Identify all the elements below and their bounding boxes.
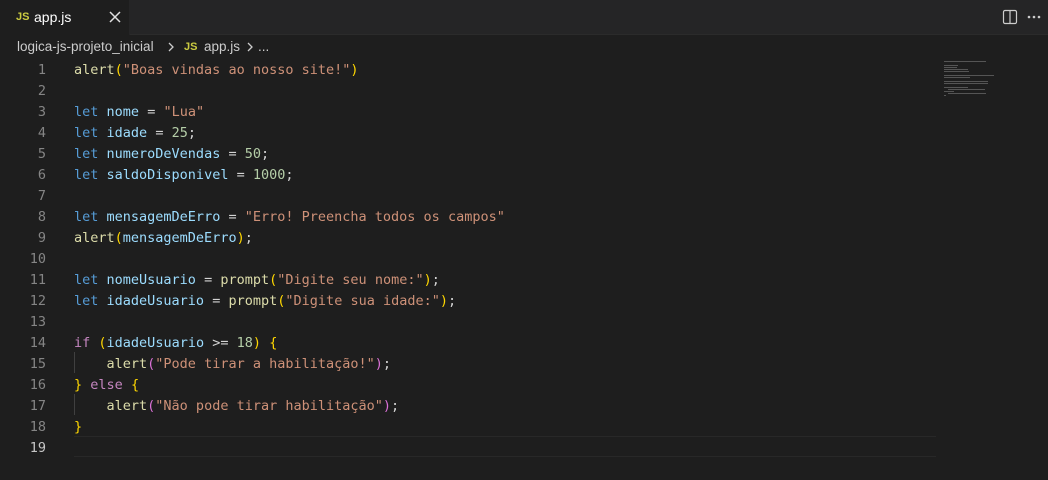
- tab-bar: JS app.js: [0, 0, 1048, 35]
- line-number: 9: [37, 230, 46, 246]
- line-number: 11: [29, 272, 46, 288]
- code-line[interactable]: 1 alert("Boas vindas ao nosso site!"): [0, 60, 940, 81]
- code-line[interactable]: 2: [0, 81, 940, 102]
- line-number: 19: [29, 440, 46, 456]
- breadcrumb-folder[interactable]: logica-js-projeto_inicial: [17, 39, 154, 54]
- code-text: alert(mensagemDeErro);: [74, 230, 253, 246]
- code-text: alert("Pode tirar a habilitação!");: [106, 356, 392, 372]
- line-number: 15: [29, 356, 46, 372]
- chevron-right-icon: [168, 42, 174, 52]
- code-text: alert("Não pode tirar habilitação");: [106, 398, 400, 414]
- js-file-icon: JS: [16, 11, 30, 23]
- close-icon[interactable]: [105, 7, 125, 27]
- code-text: }: [74, 419, 83, 435]
- code-line[interactable]: 9 alert(mensagemDeErro);: [0, 228, 940, 249]
- breadcrumb: logica-js-projeto_inicial JS app.js ...: [0, 36, 1048, 58]
- code-line[interactable]: 14 if (idadeUsuario >= 18) {: [0, 333, 940, 354]
- breadcrumb-file[interactable]: app.js: [204, 39, 240, 54]
- code-line[interactable]: 13: [0, 312, 940, 333]
- code-line[interactable]: 12 let idadeUsuario = prompt("Digite sua…: [0, 291, 940, 312]
- code-line[interactable]: 5 let numeroDeVendas = 50;: [0, 144, 940, 165]
- line-number: 12: [29, 293, 46, 309]
- tab-label: app.js: [34, 9, 72, 25]
- chevron-right-icon: [247, 42, 253, 52]
- line-number: 7: [37, 188, 46, 204]
- line-number: 6: [37, 167, 46, 183]
- code-text: let mensagemDeErro = "Erro! Preencha tod…: [74, 209, 505, 225]
- split-editor-icon[interactable]: [1000, 7, 1020, 27]
- js-file-icon: JS: [184, 41, 198, 53]
- line-number: 16: [29, 377, 46, 393]
- code-line[interactable]: 17 alert("Não pode tirar habilitação");: [0, 396, 940, 417]
- code-text: let saldoDisponivel = 1000;: [74, 167, 294, 183]
- code-line[interactable]: 18 }: [0, 417, 940, 438]
- line-number: 10: [29, 251, 46, 267]
- line-number: 3: [37, 104, 46, 120]
- line-number: 14: [29, 335, 46, 351]
- line-number: 13: [29, 314, 46, 330]
- breadcrumb-more[interactable]: ...: [258, 39, 269, 54]
- code-line[interactable]: 10: [0, 249, 940, 270]
- minimap[interactable]: [940, 60, 994, 100]
- tab-app-js[interactable]: JS app.js: [0, 0, 130, 35]
- code-line[interactable]: 4 let idade = 25;: [0, 123, 940, 144]
- line-number: 2: [37, 83, 46, 99]
- code-line[interactable]: 7: [0, 186, 940, 207]
- line-number: 8: [37, 209, 46, 225]
- code-text: let idade = 25;: [74, 125, 196, 141]
- line-number: 17: [29, 398, 46, 414]
- code-line[interactable]: 19: [0, 438, 940, 459]
- code-text: let nomeUsuario = prompt("Digite seu nom…: [74, 272, 440, 288]
- code-text: alert("Boas vindas ao nosso site!"): [74, 62, 359, 78]
- code-text: } else {: [74, 377, 140, 393]
- more-actions-icon[interactable]: [1024, 7, 1044, 27]
- code-line[interactable]: 3 let nome = "Lua": [0, 102, 940, 123]
- code-text: let nome = "Lua": [74, 104, 205, 120]
- code-line[interactable]: 11 let nomeUsuario = prompt("Digite seu …: [0, 270, 940, 291]
- code-text: let numeroDeVendas = 50;: [74, 146, 270, 162]
- code-line[interactable]: 8 let mensagemDeErro = "Erro! Preencha t…: [0, 207, 940, 228]
- code-text: let idadeUsuario = prompt("Digite sua id…: [74, 293, 457, 309]
- line-number: 1: [37, 62, 46, 78]
- code-text: if (idadeUsuario >= 18) {: [74, 335, 278, 351]
- code-line[interactable]: 6 let saldoDisponivel = 1000;: [0, 165, 940, 186]
- line-number: 4: [37, 125, 46, 141]
- line-number: 18: [29, 419, 46, 435]
- code-line[interactable]: 16 } else {: [0, 375, 940, 396]
- line-number: 5: [37, 146, 46, 162]
- code-line[interactable]: 15 alert("Pode tirar a habilitação!");: [0, 354, 940, 375]
- code-editor[interactable]: 1 alert("Boas vindas ao nosso site!") 2 …: [0, 60, 1048, 480]
